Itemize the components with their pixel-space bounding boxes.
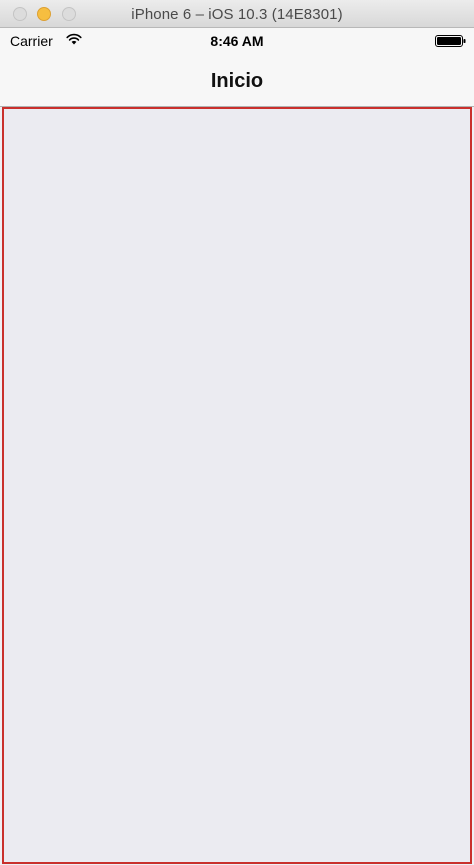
nav-title: Inicio	[210, 70, 264, 92]
battery-icon	[435, 35, 466, 47]
status-time: 8:46 AM	[210, 33, 264, 49]
ios-status-bar: Carrier 8:46 AM	[0, 28, 474, 54]
window-title: iPhone 6 – iOS 10.3 (14E8301)	[131, 6, 343, 23]
simulator-window: iPhone 6 – iOS 10.3 (14E8301) Carrier 8:…	[0, 0, 474, 865]
main-content-view	[2, 107, 472, 864]
navigation-bar: Inicio	[0, 54, 474, 107]
window-title-bar: iPhone 6 – iOS 10.3 (14E8301)	[0, 0, 474, 28]
